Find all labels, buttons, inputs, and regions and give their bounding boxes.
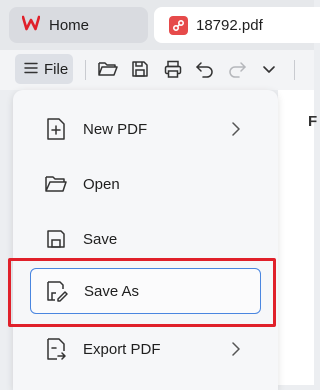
save-as-icon (44, 278, 70, 304)
tab-home-label: Home (49, 16, 90, 34)
new-file-icon (43, 116, 69, 142)
menu-item-label: New PDF (83, 120, 148, 138)
document-heading-peek: F (308, 113, 318, 130)
save-icon (43, 226, 69, 252)
tab-document-label: 18792.pdf (196, 16, 263, 34)
save-icon[interactable] (128, 57, 152, 81)
export-icon (43, 336, 69, 362)
menu-item-open[interactable]: Open (30, 161, 261, 207)
menu-item-label: Export PDF (83, 340, 161, 358)
folder-icon (43, 171, 69, 197)
document-area: F (278, 90, 318, 385)
file-menu: New PDF Open Save Save As Export PDF (13, 90, 278, 390)
menu-item-save[interactable]: Save (30, 216, 261, 262)
menu-item-save-as[interactable]: Save As (30, 268, 261, 314)
undo-icon[interactable] (193, 57, 217, 81)
file-menu-button[interactable]: File (15, 54, 73, 84)
menu-item-export-pdf[interactable]: Export PDF (30, 326, 261, 372)
file-menu-label: File (44, 60, 69, 78)
menu-item-label: Save As (84, 282, 140, 300)
toolbar-divider (294, 60, 295, 80)
hamburger-icon (24, 61, 38, 78)
pdf-file-icon (169, 15, 188, 35)
redo-icon[interactable] (225, 57, 249, 81)
tab-bar: Home 18792.pdf (0, 0, 320, 50)
toolbar-divider (85, 60, 86, 80)
chevron-down-icon[interactable] (257, 57, 281, 81)
menu-item-label: Open (83, 175, 120, 193)
tab-home[interactable]: Home (9, 7, 148, 43)
chevron-right-icon (228, 120, 244, 138)
toolbar: File (0, 50, 314, 90)
print-icon[interactable] (161, 57, 185, 81)
menu-item-label: Save (83, 230, 118, 248)
wps-logo-icon (21, 15, 41, 35)
open-folder-icon[interactable] (96, 57, 120, 81)
tab-document[interactable]: 18792.pdf (154, 7, 320, 43)
chevron-right-icon (228, 340, 244, 358)
menu-item-new-pdf[interactable]: New PDF (30, 106, 261, 152)
